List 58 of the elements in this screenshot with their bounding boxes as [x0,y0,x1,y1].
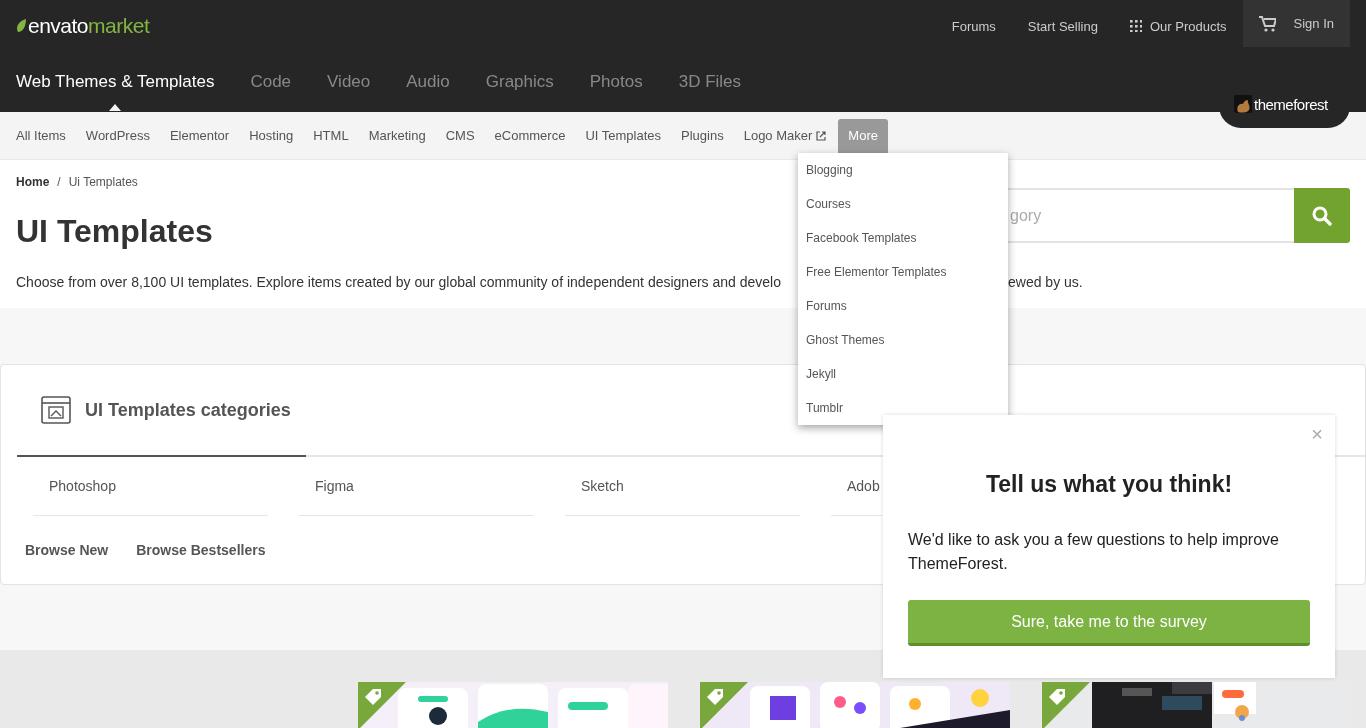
category-link[interactable]: Adob [831,457,882,516]
corner-ribbon [700,682,748,728]
category-link[interactable]: Logo Maker [743,118,827,153]
marketplace-tab[interactable]: 3D Files [678,72,742,92]
category-link[interactable]: Elementor [169,118,230,153]
category-link[interactable]: Plugins [681,118,724,153]
category-link[interactable]: Marketing [368,118,426,153]
category-link[interactable]: Photoshop [33,457,268,516]
menu-item[interactable]: Forums [798,289,1008,323]
marketplace-tab[interactable]: Web Themes & Templates [16,72,215,92]
survey-title: Tell us what you think! [984,471,1234,498]
browse-link[interactable]: Browse Bestsellers [136,542,266,558]
brand-name: themeforest [1254,95,1328,113]
category-link[interactable]: All Items [16,118,66,153]
marketplace-tab[interactable]: Graphics [485,72,554,92]
sign-in-link[interactable]: Sign In [1293,16,1334,31]
search-button[interactable] [1294,188,1350,243]
corner-ribbon [358,682,406,728]
category-link[interactable]: Hosting [249,118,294,153]
category-link[interactable]: WordPress [85,118,150,153]
nav-link[interactable]: Start Selling [1011,0,1114,52]
corner-ribbon [1042,682,1090,728]
marketplace-tab[interactable]: Video [327,72,371,92]
search-icon [1312,205,1332,226]
nav-link[interactable]: Forums [935,0,1012,52]
cart-icon [1258,15,1276,32]
marketplace-tab[interactable]: Code [250,72,292,92]
section-title: UI Templates categories [85,399,291,421]
description-text: ewed by us. [1008,274,1084,290]
category-link[interactable]: Figma [299,457,534,516]
category-link[interactable]: Sketch [565,457,800,516]
brand-mark-icon [1234,95,1252,113]
survey-text: We'd like to ask you a few questions to help improve ThemeForest. [908,530,1280,574]
breadcrumb-current: Ui Templates [68,175,138,189]
category-link[interactable]: UI Templates [585,118,662,153]
category-link[interactable]: HTML [313,118,349,153]
logo-text: envatomarket [28,14,150,38]
breadcrumb-link[interactable]: Home [16,175,50,189]
breadcrumb-separator: / [57,175,61,189]
marketplace-tab[interactable]: Audio [406,72,450,92]
tag-icon [364,688,382,706]
external-link-icon [816,130,827,141]
category-icon [41,396,71,424]
category-link[interactable]: CMS [445,118,475,153]
leaf-icon [16,19,26,33]
description-text: Choose from over 8,100 UI templates. Explore items created by our global community of independent designers and develo [16,274,782,290]
grid-icon [1129,20,1142,32]
marketplace-tab[interactable]: Photos [589,72,643,92]
category-link[interactable]: eCommerce [494,118,566,153]
menu-item[interactable]: Jekyll [798,357,1008,391]
menu-item[interactable]: Free Elementor Templates [798,255,1008,289]
browse-link[interactable]: Browse New [25,542,109,558]
tag-icon [1048,688,1066,706]
products-menu[interactable]: Our Products [1113,0,1243,52]
menu-item[interactable]: Blogging [798,153,1008,187]
menu-item[interactable]: Ghost Themes [798,323,1008,357]
tag-icon [706,688,724,706]
page-title: UI Templates [16,213,213,250]
